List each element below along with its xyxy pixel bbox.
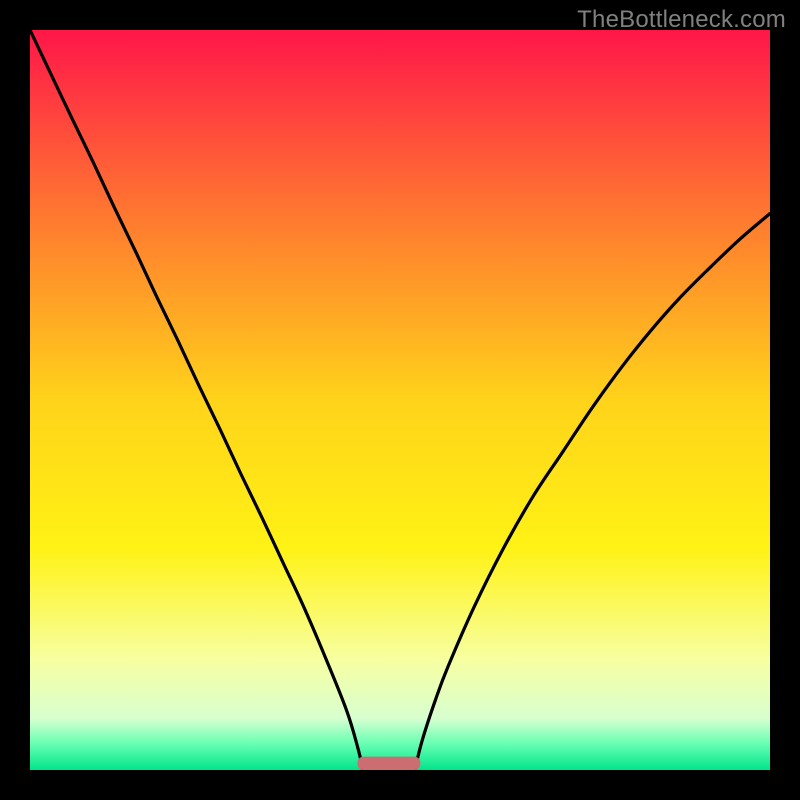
gradient-background	[30, 30, 770, 770]
watermark-label: TheBottleneck.com	[577, 6, 786, 34]
plot-area	[30, 30, 770, 770]
bottleneck-marker	[357, 757, 420, 770]
chart-frame: TheBottleneck.com	[0, 0, 800, 800]
chart-svg	[30, 30, 770, 770]
